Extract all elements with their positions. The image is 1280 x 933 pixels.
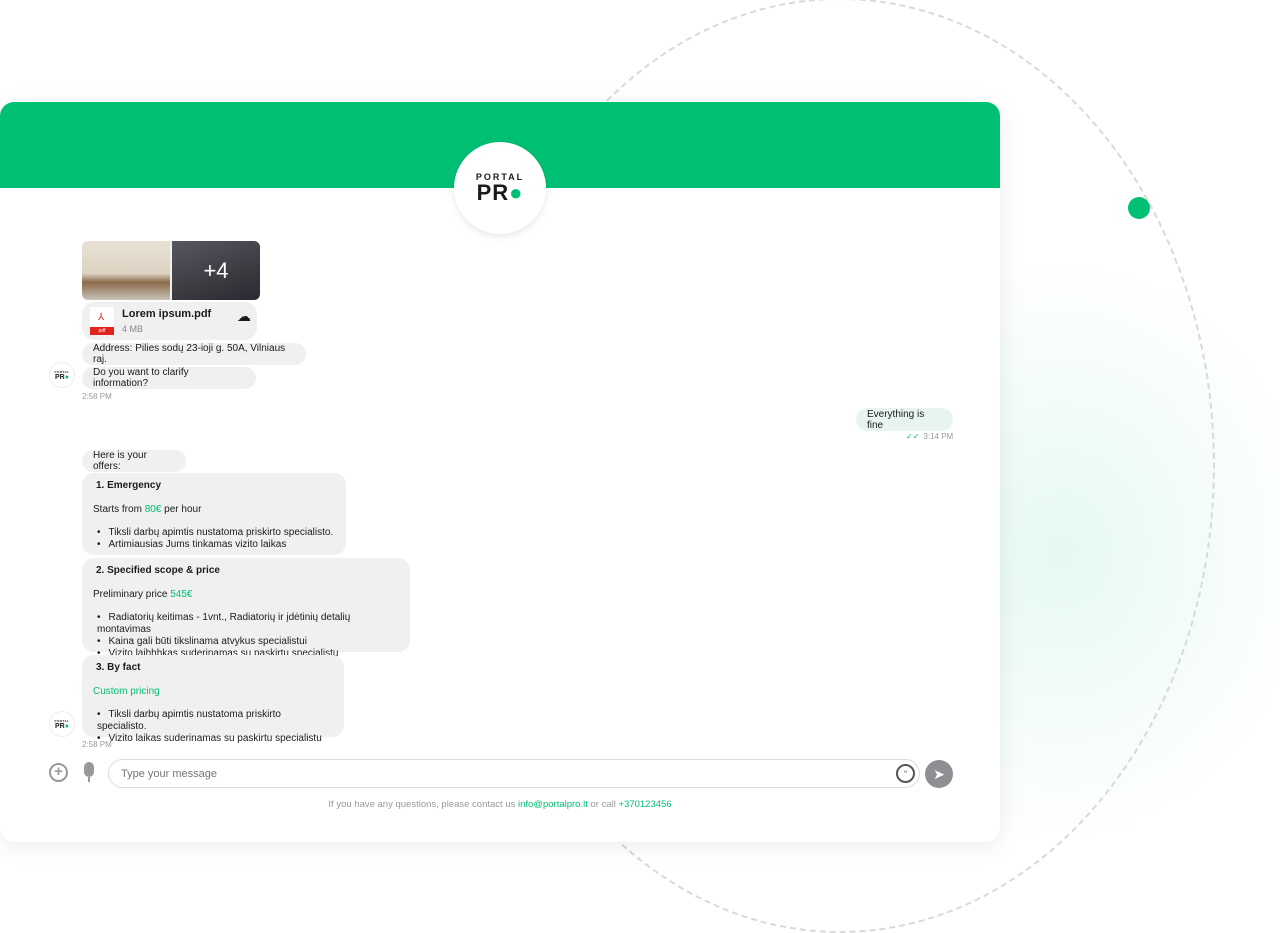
bot-avatar: PORTAL PR● — [49, 362, 75, 388]
timestamp: 2:58 PM — [82, 392, 112, 401]
pdf-icon: pdf ⅄ — [90, 307, 114, 335]
add-attachment-button[interactable]: + — [49, 763, 68, 782]
bot-avatar: PORTAL PR● — [49, 711, 75, 737]
offer-card: 3. By fact Custom pricing Tiksli darbų a… — [82, 655, 344, 744]
email-link[interactable]: info@portalpro.lt — [518, 799, 588, 810]
timestamp: ✓✓ 3:14 PM — [906, 432, 954, 441]
offer-card: 1. Emergency Starts from 80€ per hour Ti… — [82, 473, 346, 555]
emoji-button[interactable]: ᵕ — [896, 764, 915, 783]
image-more[interactable]: +4 — [172, 241, 260, 300]
decorative-dot — [1128, 197, 1150, 219]
image-thumbnail[interactable] — [82, 241, 170, 300]
contact-footer: If you have any questions, please contac… — [328, 799, 672, 810]
message-bubble: Do you want to clarify information? — [82, 367, 256, 389]
message-input[interactable] — [108, 759, 920, 788]
send-button[interactable]: ➤ — [925, 760, 953, 788]
message-bubble: Address: Pilies sodų 23-ioji g. 50A, Vil… — [82, 343, 306, 365]
file-attachment[interactable]: pdf ⅄ Lorem ipsum.pdf 4 MB ☁ — [82, 302, 257, 340]
outgoing-message: Everything is fine — [856, 408, 953, 431]
timestamp: 2:58 PM — [82, 740, 112, 749]
offer-card: 2. Specified scope & price Preliminary p… — [82, 558, 410, 659]
image-gallery[interactable]: +4 — [82, 241, 260, 300]
brand-logo: PORTAL PR● — [454, 142, 546, 234]
chat-window: PORTAL PR● +4 pdf ⅄ Lorem ipsum.pdf 4 MB ☁… — [0, 102, 1000, 842]
message-bubble: Here is your offers: — [82, 450, 186, 472]
cloud-download-icon[interactable]: ☁ — [237, 308, 251, 325]
phone-link[interactable]: +370123456 — [618, 799, 671, 810]
double-check-icon: ✓✓ — [906, 432, 920, 441]
microphone-button[interactable] — [83, 762, 95, 784]
